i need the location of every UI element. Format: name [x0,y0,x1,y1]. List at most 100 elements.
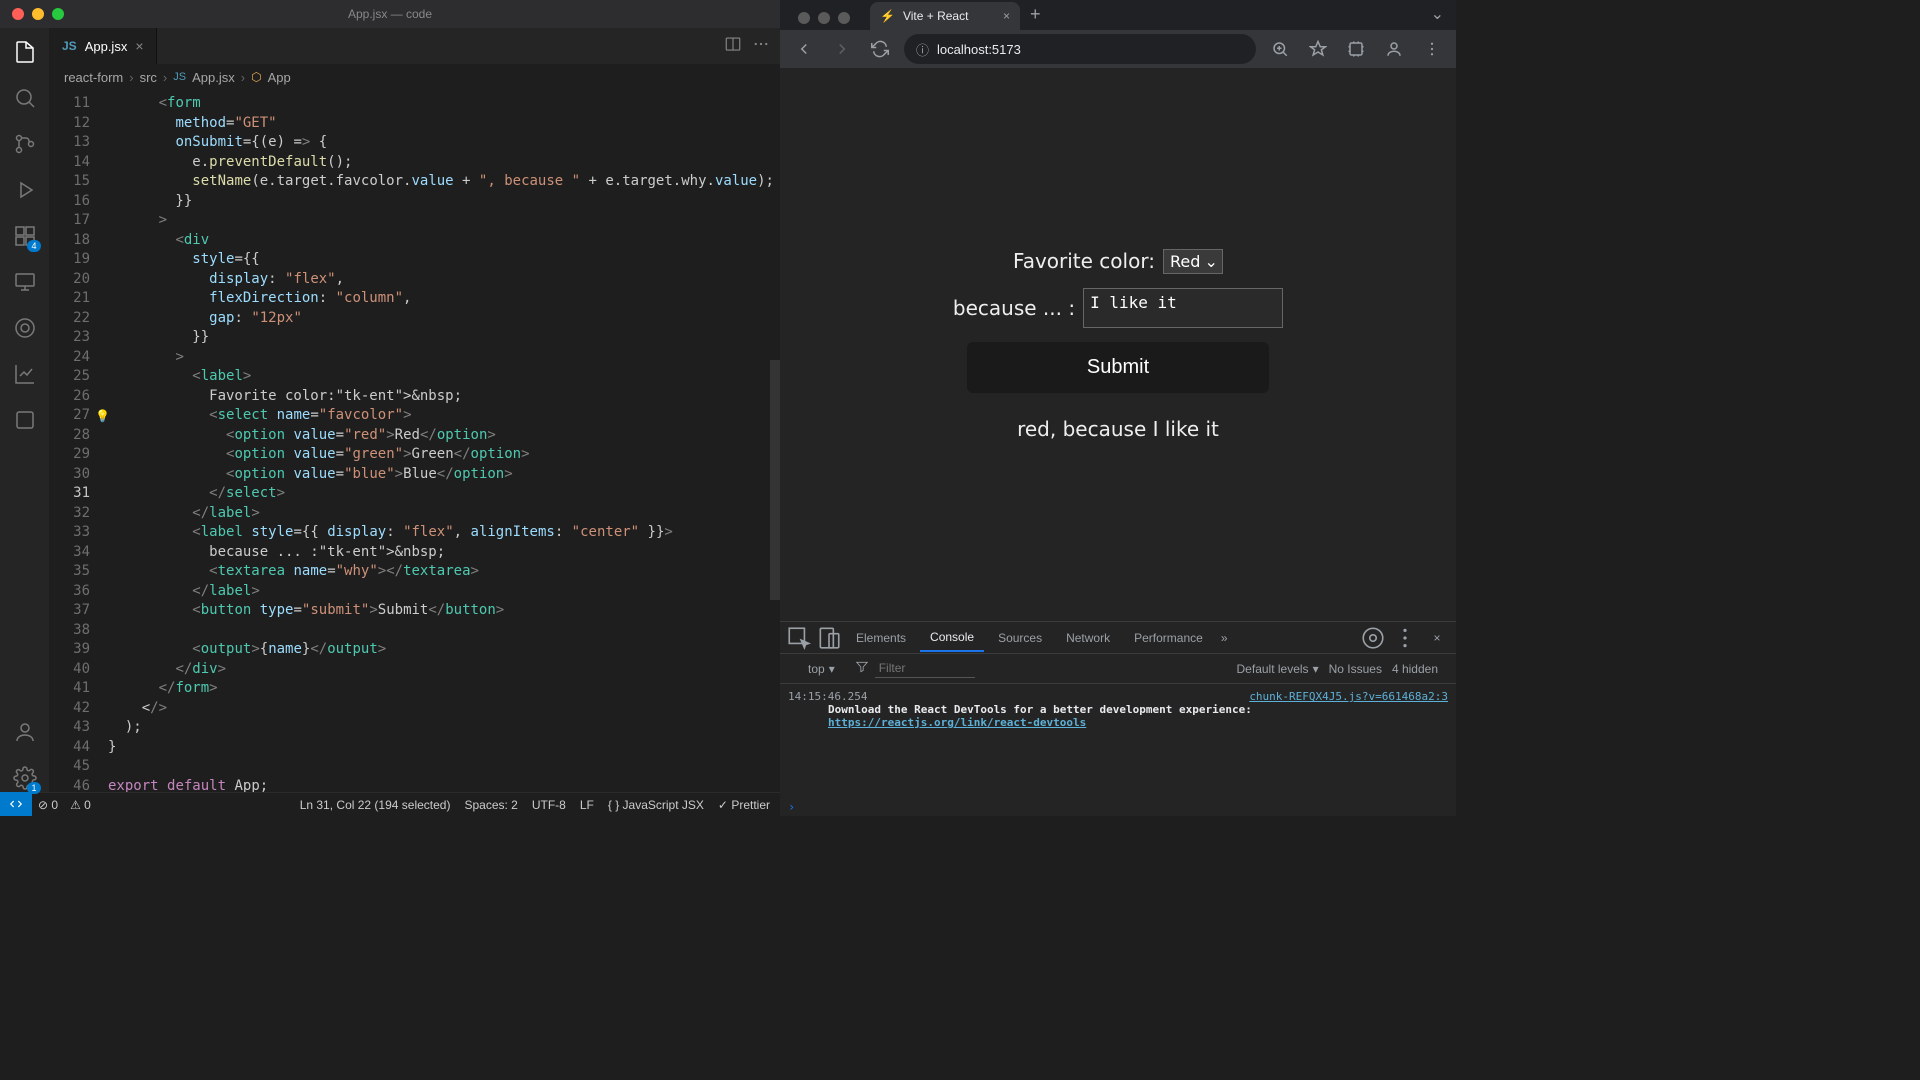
errors-count[interactable]: ⊘ 0 [38,798,58,812]
browser-toolbar: ⓘ localhost:5173 [780,30,1456,68]
prettier-status[interactable]: ✓ Prettier [718,798,770,812]
minimize-window-icon[interactable] [32,8,44,20]
log-levels-selector[interactable]: Default levels ▾ [1237,662,1319,676]
breadcrumb-src[interactable]: src [140,70,157,85]
extensions-badge: 4 [27,240,40,252]
why-textarea[interactable]: I like it [1083,288,1283,328]
indent-info[interactable]: Spaces: 2 [464,798,517,812]
code-lines[interactable]: <form method="GET" onSubmit={(e) => { e.… [108,90,780,792]
site-info-icon[interactable]: ⓘ [916,40,929,59]
hidden-count[interactable]: 4 hidden [1392,662,1438,676]
breadcrumb-file[interactable]: App.jsx [192,70,235,85]
extensions-icon[interactable] [1342,35,1370,63]
favcolor-select[interactable]: Red ⌄ [1163,249,1223,274]
tab-console[interactable]: Console [920,624,984,652]
activity-bar: 4 1 [0,28,50,792]
breadcrumb-root[interactable]: react-form [64,70,123,85]
browser-window: ⚡ Vite + React × + ⌄ ⓘ localhost:5173 [780,0,1456,816]
tab-network[interactable]: Network [1056,625,1120,651]
language-mode[interactable]: { } JavaScript JSX [608,798,704,812]
close-tab-icon[interactable]: × [1003,9,1010,23]
forward-button[interactable] [828,35,856,63]
console-log[interactable]: 14:15:46.254 chunk-REFQX4J5.js?v=661468a… [780,684,1456,798]
because-label: because ... : [953,296,1075,320]
vscode-titlebar: App.jsx — code [0,0,780,28]
symbol-icon: ⬡ [251,70,261,84]
jsx-file-icon: JS [62,39,77,53]
new-tab-button[interactable]: + [1030,4,1041,25]
devtools-panel: Elements Console Sources Network Perform… [780,621,1456,816]
close-tab-icon[interactable]: × [135,38,143,54]
editor-tabs: JS App.jsx × [50,28,780,64]
breadcrumb[interactable]: react-form src JS App.jsx ⬡ App [50,64,780,90]
back-button[interactable] [790,35,818,63]
search-icon[interactable] [11,84,39,112]
browser-tab[interactable]: ⚡ Vite + React × [870,2,1020,30]
log-source[interactable]: chunk-REFQX4J5.js?v=661468a2:3 [1249,690,1448,703]
testing-icon[interactable] [11,314,39,342]
tab-performance[interactable]: Performance [1124,625,1213,651]
explorer-icon[interactable] [11,38,39,66]
close-window-icon[interactable] [798,12,810,24]
tab-label: App.jsx [85,39,128,54]
tab-elements[interactable]: Elements [846,625,916,651]
bookmark-icon[interactable] [1304,35,1332,63]
encoding-info[interactable]: UTF-8 [532,798,566,812]
because-row: because ... : I like it [953,288,1283,328]
minimize-window-icon[interactable] [818,12,830,24]
menu-icon[interactable] [1418,35,1446,63]
submit-button[interactable]: Submit [967,342,1269,393]
zoom-window-icon[interactable] [838,12,850,24]
issues-count[interactable]: No Issues [1329,662,1382,676]
breadcrumb-symbol[interactable]: App [268,70,291,85]
scrollbar-thumb[interactable] [770,360,780,600]
console-prompt[interactable]: › [780,798,1456,816]
context-selector[interactable]: top ▾ [808,662,835,676]
favorite-color-label: Favorite color: [1013,249,1155,273]
cursor-position[interactable]: Ln 31, Col 22 (194 selected) [300,798,451,812]
devtools-settings-icon[interactable] [1360,625,1386,651]
address-bar[interactable]: ⓘ localhost:5173 [904,34,1256,64]
remote-icon[interactable] [11,268,39,296]
form-output: red, because I like it [1017,417,1219,441]
zoom-window-icon[interactable] [52,8,64,20]
status-bar: ⊘ 0 ⚠ 0 Ln 31, Col 22 (194 selected) Spa… [0,792,780,816]
reload-button[interactable] [866,35,894,63]
accounts-icon[interactable] [11,718,39,746]
remote-indicator[interactable] [0,792,32,816]
close-window-icon[interactable] [12,8,24,20]
browser-titlebar: ⚡ Vite + React × + ⌄ [780,0,1456,30]
extensions-icon[interactable]: 4 [11,222,39,250]
more-actions-icon[interactable] [752,35,770,58]
warnings-count[interactable]: ⚠ 0 [70,798,91,812]
tab-sources[interactable]: Sources [988,625,1052,651]
line-gutter: 1112131415161718192021222324252627💡28293… [50,90,108,792]
eol-info[interactable]: LF [580,798,594,812]
devtools-menu-icon[interactable] [1392,625,1418,651]
inspect-element-icon[interactable] [786,625,812,651]
filter-input[interactable] [875,659,975,678]
settings-icon[interactable]: 1 [11,764,39,792]
chevron-down-icon: ▾ [1313,662,1319,676]
favorite-color-row: Favorite color: Red ⌄ [1013,249,1223,274]
run-debug-icon[interactable] [11,176,39,204]
log-link[interactable]: https://reactjs.org/link/react-devtools [828,716,1086,729]
window-controls [0,8,64,20]
vscode-window: App.jsx — code 4 1 JS [0,0,780,816]
editor-tab-app[interactable]: JS App.jsx × [50,28,157,64]
devtools-close-icon[interactable]: × [1424,625,1450,651]
log-timestamp: 14:15:46.254 [788,690,867,703]
chart-icon[interactable] [11,360,39,388]
more-tabs-icon[interactable]: » [1221,631,1228,645]
url: localhost:5173 [937,42,1021,57]
zoom-icon[interactable] [1266,35,1294,63]
profile-icon[interactable] [1380,35,1408,63]
log-message: Download the React DevTools for a better… [828,703,1252,716]
device-toggle-icon[interactable] [816,625,842,651]
source-control-icon[interactable] [11,130,39,158]
box-icon[interactable] [11,406,39,434]
chevron-down-icon[interactable]: ⌄ [1431,4,1456,30]
vite-favicon: ⚡ [880,9,895,23]
split-editor-icon[interactable] [724,35,742,58]
code-editor[interactable]: 1112131415161718192021222324252627💡28293… [50,90,780,792]
